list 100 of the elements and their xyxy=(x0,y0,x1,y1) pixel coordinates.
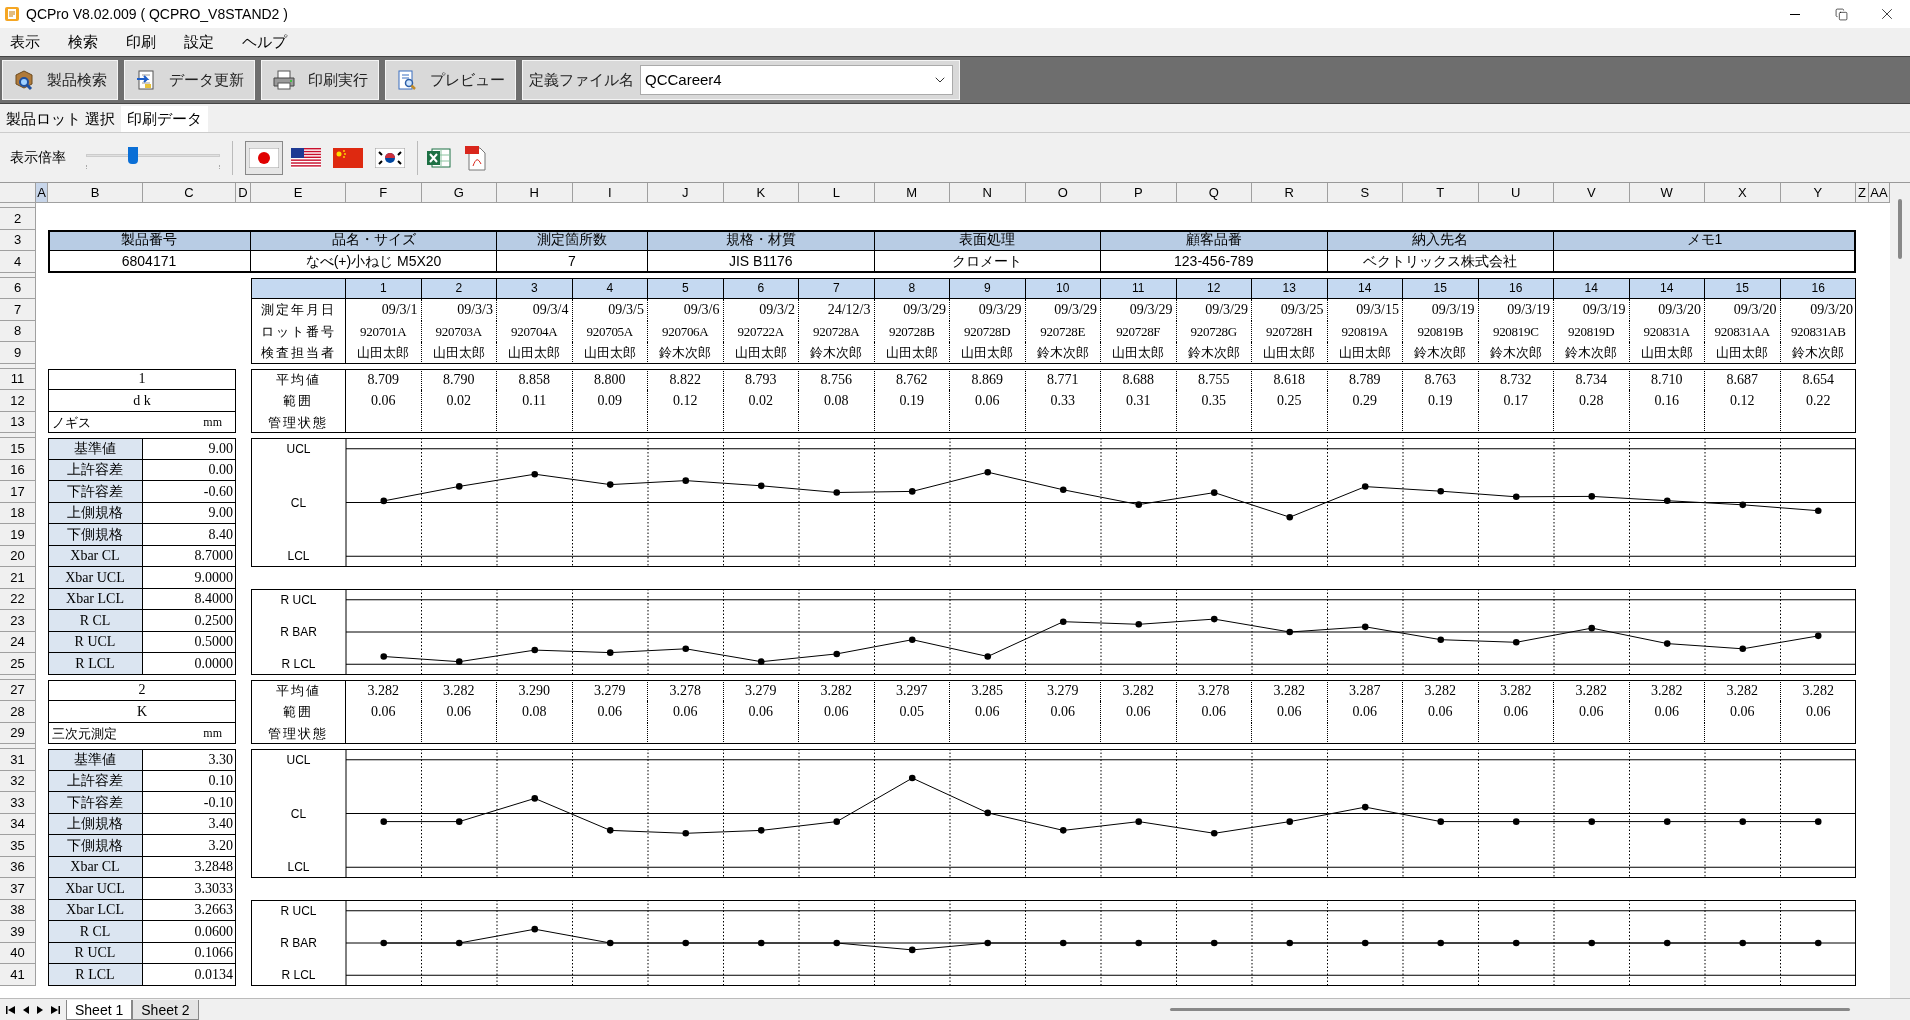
data-point xyxy=(833,489,841,496)
limit-label: LCL xyxy=(287,549,310,564)
table-header: 顧客品番 xyxy=(1101,229,1328,251)
menu-item[interactable]: 表示 xyxy=(6,30,44,54)
table-cell: 09/3/29 xyxy=(950,299,1026,321)
table-cell: 0.31 xyxy=(1101,390,1177,412)
toolbar-button[interactable]: データ更新 xyxy=(124,60,255,100)
table-cell: 09/3/25 xyxy=(1252,299,1328,321)
search-icon xyxy=(13,69,35,91)
spec-value: 0.0134 xyxy=(143,964,236,986)
column-number: 11 xyxy=(1101,277,1177,299)
data-point xyxy=(1588,493,1596,500)
slider-thumb[interactable] xyxy=(127,146,138,164)
row-number: 4 xyxy=(0,251,36,273)
select-all-corner[interactable] xyxy=(0,183,36,203)
table-cell-text: 鈴木次郎 xyxy=(1791,344,1846,362)
table-cell: 6804171 xyxy=(48,251,251,273)
table-cell: 3.278 xyxy=(648,679,724,701)
spec-value: 3.20 xyxy=(143,835,236,857)
menu-item[interactable]: ヘルプ xyxy=(238,30,291,54)
column-number: 15 xyxy=(1403,277,1479,299)
first-sheet-icon[interactable] xyxy=(6,1004,16,1015)
row-number: 22 xyxy=(0,588,36,610)
data-point xyxy=(1210,489,1218,496)
spec-label: R LCL xyxy=(48,653,143,675)
table-cell: 24/12/3 xyxy=(799,299,875,321)
table-cell: 920819D xyxy=(1554,320,1630,342)
table-cell: 7 xyxy=(497,251,648,273)
menu-item[interactable]: 印刷 xyxy=(122,30,160,54)
previous-sheet-icon[interactable] xyxy=(22,1004,30,1015)
table-cell: 920728H xyxy=(1252,320,1328,342)
data-point xyxy=(757,827,765,834)
row-label: 検査担当者 xyxy=(251,342,346,364)
row-label: 範囲 xyxy=(251,390,346,412)
tab[interactable]: 印刷データ xyxy=(121,106,209,132)
table-cell: 3.282 xyxy=(1705,679,1781,701)
menu-item[interactable]: 検索 xyxy=(64,30,102,54)
table-cell: 8.618 xyxy=(1252,368,1328,390)
table-cell: 0.06 xyxy=(421,701,497,723)
table-cell: 8.755 xyxy=(1176,368,1252,390)
column-number: 15 xyxy=(1705,277,1781,299)
last-sheet-icon[interactable] xyxy=(50,1004,60,1015)
table-cell: 09/3/6 xyxy=(648,299,724,321)
column-header: S xyxy=(1327,183,1403,203)
toolbar-button[interactable]: 印刷実行 xyxy=(261,60,379,100)
toolbar-button[interactable]: 製品検索 xyxy=(2,60,118,100)
table-cell: 0.06 xyxy=(723,701,799,723)
row-number: 41 xyxy=(0,964,36,986)
table-cell: 920728D xyxy=(950,320,1026,342)
table-cell: 09/3/15 xyxy=(1327,299,1403,321)
table-cell: 09/3/29 xyxy=(874,299,950,321)
table-cell: 0.33 xyxy=(1025,390,1101,412)
limit-label: R LCL xyxy=(281,967,316,982)
table-cell: 0.06 xyxy=(648,701,724,723)
spreadsheet-icon[interactable] xyxy=(426,145,452,170)
data-point xyxy=(1135,620,1143,628)
next-sheet-icon[interactable] xyxy=(36,1004,44,1015)
column-header: H xyxy=(497,183,573,203)
table-cell: 8.756 xyxy=(799,368,875,390)
table-cell: なべ(+)小ねじ M5X20 xyxy=(251,251,497,273)
data-point xyxy=(682,829,690,837)
definition-file-select[interactable]: QCCareer4 xyxy=(640,65,953,95)
row-number: 40 xyxy=(0,942,36,964)
data-point xyxy=(1739,644,1747,652)
row-number: 27 xyxy=(0,679,36,701)
data-point xyxy=(682,477,690,484)
spec-value: 9.00 xyxy=(143,502,236,524)
table-cell: 0.06 xyxy=(1025,701,1101,723)
data-point xyxy=(757,939,765,946)
horizontal-scrollbar[interactable] xyxy=(1170,1008,1850,1011)
row-number: 37 xyxy=(0,878,36,900)
sheet-tab[interactable]: Sheet 2 xyxy=(132,999,199,1020)
table-cell: 0.16 xyxy=(1629,390,1705,412)
table-cell: 山田太郎 xyxy=(1327,342,1403,364)
chinese-flag-icon xyxy=(333,147,363,168)
row-number: 25 xyxy=(0,653,36,675)
table-cell: 0.06 xyxy=(1101,701,1177,723)
row-header xyxy=(0,363,36,369)
toolbar-button[interactable]: プレビュー xyxy=(385,60,516,100)
table-cell: 8.734 xyxy=(1554,368,1630,390)
table-cell: 920704A xyxy=(497,320,573,342)
menu-item[interactable]: 設定 xyxy=(180,30,218,54)
data-point xyxy=(1361,623,1369,630)
row-number: 21 xyxy=(0,567,36,589)
table-cell: 0.19 xyxy=(874,390,950,412)
row-number: 11 xyxy=(0,368,36,390)
table-cell: 123-456-789 xyxy=(1101,251,1328,273)
table-cell: 鈴木次郎 xyxy=(799,342,875,364)
table-cell: 山田太郎 xyxy=(1705,342,1781,364)
sheet-tab[interactable]: Sheet 1 xyxy=(66,999,133,1020)
row-number: 8 xyxy=(0,320,36,342)
data-point xyxy=(1512,939,1520,946)
column-number: 14 xyxy=(1554,277,1630,299)
data-point xyxy=(606,648,614,656)
table-cell: 山田太郎 xyxy=(572,342,648,364)
data-point xyxy=(757,482,765,490)
column-number: 4 xyxy=(572,277,648,299)
scrollbar-thumb[interactable] xyxy=(1898,199,1902,259)
document-icon[interactable] xyxy=(464,143,488,172)
column-number: 7 xyxy=(799,277,875,299)
